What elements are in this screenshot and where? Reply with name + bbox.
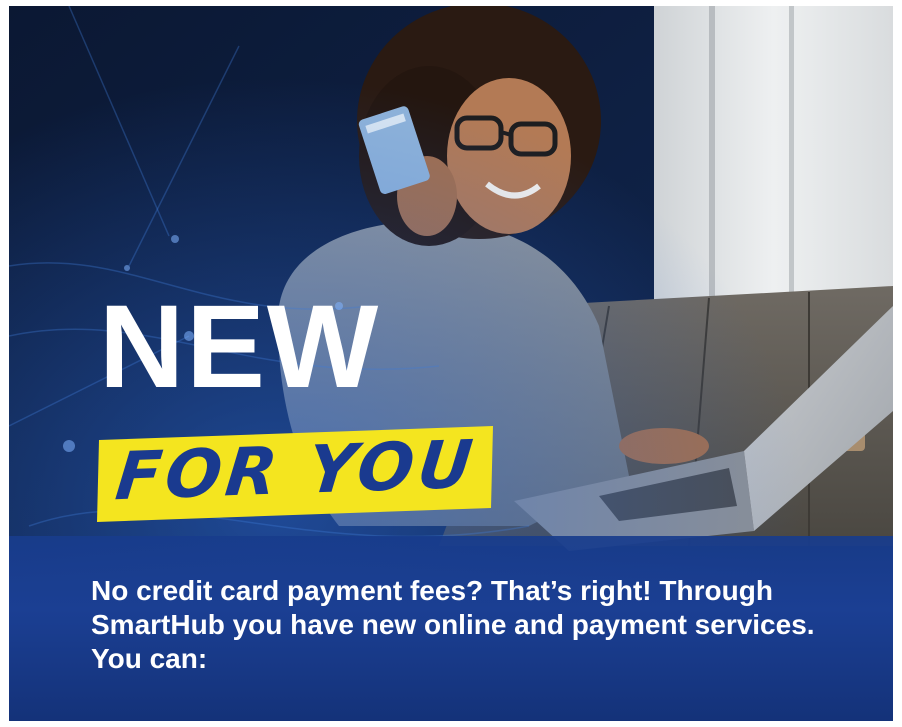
promo-banner: NEW FOR YOU No credit card payment fees?… [9, 6, 893, 721]
headline-new: NEW [99, 281, 381, 413]
headline-for-you: FOR YOU [112, 425, 480, 516]
page-frame: NEW FOR YOU No credit card payment fees?… [0, 0, 902, 727]
body-copy: No credit card payment fees? That’s righ… [91, 575, 815, 674]
